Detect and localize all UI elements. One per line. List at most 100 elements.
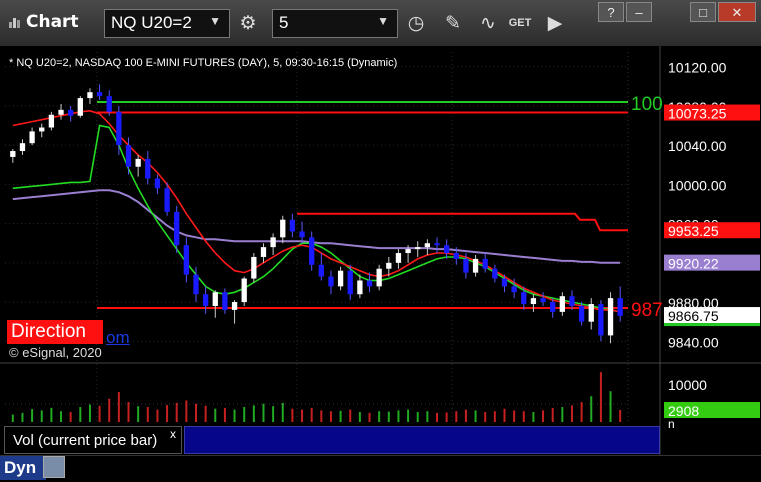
candle-body	[202, 294, 209, 306]
candle-body	[212, 292, 218, 306]
candle-body	[588, 304, 594, 322]
candle-body	[58, 109, 64, 115]
candle-body	[164, 188, 170, 212]
candle-body	[193, 274, 199, 295]
volume-tick-label: 10000	[668, 377, 707, 393]
candle-body	[337, 270, 344, 287]
close-icon[interactable]: x	[170, 427, 176, 441]
candle-body	[569, 296, 575, 306]
candle-body	[39, 127, 45, 132]
candle-body	[405, 249, 411, 254]
price-tag-purple: 9920.22	[668, 256, 719, 272]
play-icon[interactable]: ▶	[540, 9, 570, 38]
candle-body	[87, 92, 93, 99]
candle-body	[328, 276, 334, 287]
candle-body	[530, 298, 537, 305]
candle-body	[125, 145, 132, 167]
help-button[interactable]: ?	[598, 2, 624, 22]
chart-area: 10120.0010080.0010040.0010000.009960.009…	[0, 46, 761, 481]
minimize-button[interactable]: –	[626, 2, 652, 22]
candle-body	[443, 245, 450, 254]
candle-body	[260, 247, 267, 257]
candle-body	[463, 258, 469, 273]
dyn-settings-icon[interactable]	[43, 456, 65, 478]
time-axis-bar	[0, 455, 761, 482]
pencil-icon[interactable]: ✎	[438, 9, 468, 38]
candle-body	[318, 264, 324, 277]
candle-body	[309, 237, 315, 265]
candle-body	[174, 211, 180, 246]
candle-body	[434, 243, 440, 246]
y-tick-label: 10040.00	[668, 138, 727, 154]
candle-body	[183, 245, 190, 275]
copyright: © eSignal, 2020	[9, 345, 102, 360]
candle-body	[521, 292, 527, 305]
candle-body	[29, 131, 35, 144]
candle-body	[10, 151, 16, 157]
partial-link[interactable]: om	[106, 328, 130, 348]
candle-body	[472, 258, 479, 273]
candle-body	[559, 296, 565, 312]
study-icon[interactable]: ∿	[473, 9, 503, 38]
candle-body	[501, 278, 508, 287]
candle-body	[511, 286, 517, 293]
maximize-button[interactable]: □	[690, 2, 716, 22]
volume-panel-bar	[184, 426, 660, 454]
settings-icon[interactable]: ⚙	[233, 9, 263, 38]
chevron-down-icon[interactable]: ▼	[377, 14, 389, 28]
clock-icon[interactable]: ◷	[401, 9, 431, 38]
price-tag-mid-red: 9953.25	[668, 223, 719, 239]
candle-body	[68, 109, 74, 116]
candle-body	[453, 253, 459, 259]
interval-value: 5	[279, 13, 289, 32]
candle-body	[251, 256, 257, 279]
candle-body	[19, 143, 26, 152]
direction-label: Direction	[7, 320, 103, 344]
candle-body	[366, 280, 373, 287]
candle-body	[77, 98, 83, 116]
candle-body	[145, 158, 151, 179]
candle-body	[270, 237, 276, 248]
chevron-down-icon[interactable]: ▼	[209, 14, 221, 28]
toolbar: Chart NQ U20=2 ▼ ⚙ 5 ▼ ◷ ✎ ∿ GET ▶ ? – □…	[0, 0, 761, 47]
candle-body	[617, 298, 623, 316]
volume-label: Vol (current price bar)	[4, 426, 182, 454]
y-tick-label: 10000.00	[668, 177, 727, 193]
close-button[interactable]: ✕	[718, 2, 756, 22]
candle-body	[299, 231, 305, 238]
candle-body	[280, 219, 286, 238]
candle-body	[395, 253, 402, 263]
candle-body	[415, 247, 421, 250]
candle-body	[116, 111, 122, 146]
candle-body	[231, 302, 238, 310]
candle-body	[48, 114, 55, 128]
price-tag-upper-red: 10073.25	[668, 106, 727, 122]
candle-body	[347, 270, 353, 295]
candle-body	[96, 92, 103, 97]
symbol-field[interactable]: NQ U20=2 ▼	[104, 9, 230, 38]
get-icon[interactable]: GET	[505, 9, 535, 38]
candle-body	[135, 158, 141, 167]
candle-body	[106, 96, 112, 112]
candle-body	[540, 298, 546, 303]
dyn-button[interactable]: Dyn	[0, 456, 46, 480]
chart-app-icon	[9, 18, 20, 28]
candle-body	[492, 268, 498, 279]
candle-body	[357, 280, 363, 295]
y-tick-label: 9840.00	[668, 334, 719, 350]
green-level-label: 100	[631, 94, 663, 115]
chart-info: * NQ U20=2, NASDAQ 100 E-MINI FUTURES (D…	[9, 57, 397, 69]
volume-cut-label: n	[668, 417, 675, 431]
price-tag-last-underline	[664, 323, 760, 327]
red-level-label: 987	[631, 300, 663, 321]
candle-body	[550, 302, 556, 312]
candle-body	[222, 292, 228, 310]
candle-body	[482, 258, 488, 269]
symbol-value: NQ U20=2	[111, 13, 192, 32]
interval-field[interactable]: 5 ▼	[272, 9, 398, 38]
candle-body	[289, 219, 296, 232]
candle-body	[578, 305, 585, 322]
candle-body	[241, 278, 247, 303]
app-title: Chart	[26, 12, 79, 32]
candle-body	[424, 243, 431, 248]
